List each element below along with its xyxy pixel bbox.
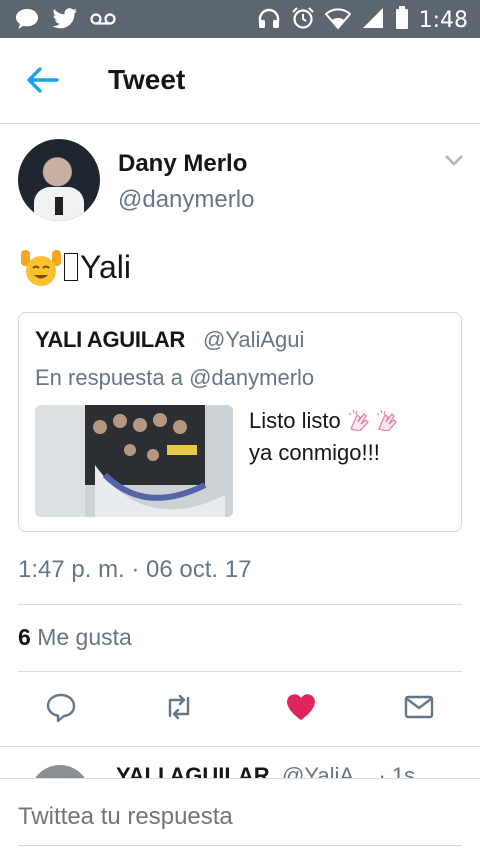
chevron-down-icon[interactable] [444,153,464,167]
input-underline [18,845,462,846]
reply-input[interactable] [18,803,462,831]
page-title: Tweet [108,64,186,95]
reply-tweet-preview[interactable]: YALI AGUILAR @YaliA... · 1s [0,746,480,780]
signal-icon [361,7,385,34]
chat-icon [14,7,40,36]
alarm-icon [291,6,315,35]
clapping-hands-icon [347,408,375,432]
divider [18,604,462,605]
quoted-reply-context: En respuesta a @danymerlo [35,365,315,390]
divider [18,671,462,672]
unsupported-glyph [64,253,78,281]
author-avatar[interactable] [18,139,100,221]
app-header: Tweet [0,38,480,124]
author-name[interactable]: Dany Merlo [118,150,247,178]
headphones-icon [257,7,281,34]
likes-count: 6 [18,624,31,650]
heart-icon[interactable] [284,690,318,724]
status-bar: 1:48 [0,0,480,38]
battery-icon [395,6,409,35]
tweet-body: Yali [80,248,131,285]
quoted-tweet-card[interactable]: YALI AGUILAR @YaliAgui En respuesta a @d… [18,312,462,532]
tweet-text: Yali [20,246,131,288]
twitter-bird-icon [52,8,78,35]
quoted-photo-thumbnail[interactable] [35,405,233,517]
quoted-text: Listo listo ya conmigo!!! [249,405,449,469]
reply-icon[interactable] [44,690,78,724]
raising-hands-face-emoji-icon [20,246,62,288]
voicemail-icon [90,12,116,31]
status-time: 1:48 [418,8,468,33]
retweet-icon[interactable] [162,690,196,724]
quoted-author-name: YALI AGUILAR [35,327,186,352]
quoted-author-handle: @YaliAgui [203,327,305,352]
author-handle[interactable]: @danymerlo [118,186,254,214]
reply-composer [0,778,480,854]
likes-label: Me gusta [37,624,132,650]
wifi-icon [324,7,351,34]
likes-count-link[interactable]: 6 Me gusta [18,624,132,651]
tweet-timestamp: 1:47 p. m. · 06 oct. 17 [18,556,252,583]
back-arrow-icon[interactable] [26,65,60,95]
clapping-hands-icon [375,408,403,432]
envelope-icon[interactable] [402,690,436,724]
